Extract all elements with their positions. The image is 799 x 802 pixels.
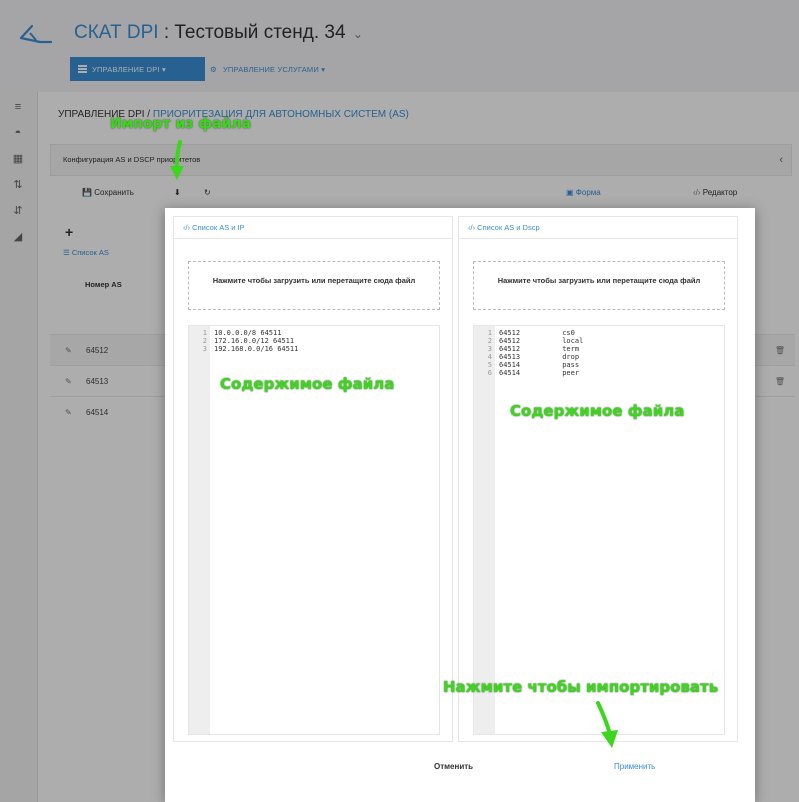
- line-number: 2: [202, 337, 207, 345]
- line-number: 5: [487, 361, 492, 369]
- annotation-file-content-left: Содержимое файла: [220, 375, 395, 393]
- as-ip-dropzone[interactable]: Нажмите чтобы загрузить или перетащите с…: [188, 261, 440, 310]
- as-dscp-panel-title: ‹/› Список AS и Dscp: [459, 217, 737, 239]
- as-ip-panel: ‹/› Список AS и IP Нажмите чтобы загрузи…: [173, 216, 453, 742]
- code-line: 192.168.0.0/16 64511: [214, 345, 299, 353]
- line-numbers: 1 2 3 4 5 6: [474, 326, 495, 734]
- as-dscp-panel: ‹/› Список AS и Dscp Нажмите чтобы загру…: [458, 216, 738, 742]
- as-dscp-editor[interactable]: 1 2 3 4 5 6 64512 cs0 64512 local 64512 …: [473, 325, 725, 735]
- code-line: 64514 peer: [499, 369, 580, 377]
- line-numbers: 1 2 3: [189, 326, 210, 734]
- code-content: 10.0.0.0/8 64511 172.16.0.0/12 64511 192…: [214, 329, 298, 353]
- code-content: 64512 cs0 64512 local 64512 term 64513 d…: [499, 329, 583, 377]
- line-number: 1: [202, 329, 207, 337]
- code-line: 64512 cs0: [499, 329, 575, 337]
- line-number: 4: [487, 353, 492, 361]
- cancel-button[interactable]: Отменить: [434, 762, 473, 771]
- annotation-import: Импорт из файла: [110, 116, 252, 132]
- line-number: 3: [487, 345, 492, 353]
- code-line: 172.16.0.0/12 64511: [214, 337, 295, 345]
- as-dscp-dropzone[interactable]: Нажмите чтобы загрузить или перетащите с…: [473, 261, 725, 310]
- code-line: 64514 pass: [499, 361, 580, 369]
- as-ip-panel-title: ‹/› Список AS и IP: [174, 217, 452, 239]
- annotation-arrow-icon: [170, 140, 184, 180]
- apply-button[interactable]: Применить: [614, 762, 655, 771]
- code-line: 10.0.0.0/8 64511: [214, 329, 282, 337]
- line-number: 3: [202, 345, 207, 353]
- code-line: 64513 drop: [499, 353, 580, 361]
- annotation-arrow-icon: [596, 701, 618, 748]
- annotation-apply-hint: Нажмите чтобы импортировать: [443, 678, 719, 696]
- code-line: 64512 term: [499, 345, 580, 353]
- annotation-file-content-right: Содержимое файла: [510, 402, 685, 420]
- line-number: 6: [487, 369, 492, 377]
- line-number: 1: [487, 329, 492, 337]
- code-line: 64512 local: [499, 337, 584, 345]
- line-number: 2: [487, 337, 492, 345]
- import-modal: ‹/› Список AS и IP Нажмите чтобы загрузи…: [165, 208, 755, 802]
